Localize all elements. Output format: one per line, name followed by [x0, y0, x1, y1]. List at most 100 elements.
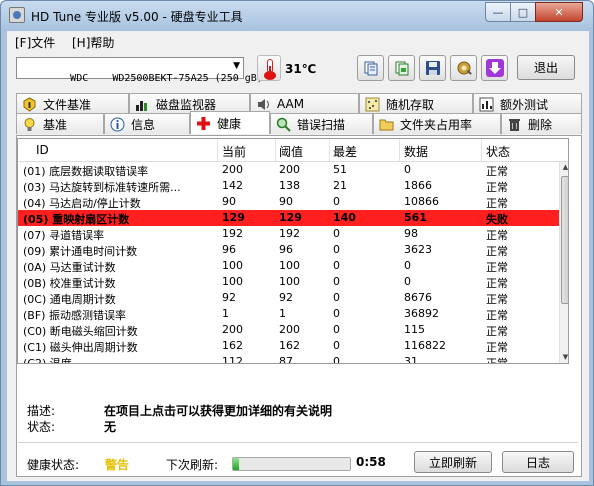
copy-info-button[interactable]: [357, 55, 384, 81]
column-header-id[interactable]: ID: [36, 143, 49, 157]
log-button[interactable]: 日志: [502, 451, 574, 473]
table-row[interactable]: (05) 重映射扇区计数 129 129 140 561 失败: [18, 210, 559, 226]
table-row[interactable]: (04) 马达启动/停止计数 90 90 0 10866 正常: [18, 194, 559, 210]
title-bar[interactable]: HD Tune 专业版 v5.00 - 硬盘专业工具 — □ ✕: [1, 1, 593, 31]
cell-data: 0: [404, 259, 411, 272]
tab-erase[interactable]: 删除: [501, 113, 582, 134]
cell-status: 正常: [486, 165, 508, 178]
client-area: [F]文件 [H]帮助 WDC WD2500BEKT-75A25 (250 gB…: [7, 31, 589, 481]
cell-status: 正常: [486, 277, 508, 290]
cell-data: 0: [404, 163, 411, 176]
speaker-icon: [256, 97, 271, 112]
maximize-button[interactable]: □: [510, 2, 536, 22]
save-button[interactable]: [419, 55, 446, 81]
scroll-down-arrow-icon[interactable]: ▼: [561, 353, 568, 363]
chevron-down-icon: ▼: [233, 61, 240, 71]
cell-data: 10866: [404, 195, 439, 208]
cell-data: 1866: [404, 179, 432, 192]
table-row[interactable]: (09) 累计通电时间计数 96 96 0 3623 正常: [18, 242, 559, 258]
column-header-current[interactable]: 当前: [222, 143, 246, 160]
smart-table: ID 当前 阈值 最差 数据 状态 (01) 底层数据读取错误率 200 200 51…: [17, 138, 569, 364]
table-row[interactable]: (0B) 校准重试计数 100 100 0 0 正常: [18, 274, 559, 290]
cell-id: (0A) 马达重试计数: [23, 261, 116, 274]
minimize-button[interactable]: —: [485, 2, 511, 22]
cross-icon: [196, 116, 211, 131]
cell-id: (C0) 断电磁头缩回计数: [23, 325, 138, 338]
refresh-countdown: 0:58: [356, 455, 386, 469]
table-row[interactable]: (C2) 温度 112 87 0 31 正常: [18, 354, 559, 364]
tab-health[interactable]: 健康: [190, 111, 270, 134]
tab-random-access[interactable]: 随机存取: [359, 93, 473, 114]
refresh-now-button[interactable]: 立即刷新: [414, 451, 492, 473]
tab-file-benchmark[interactable]: 文件基准: [16, 93, 129, 114]
menu-help[interactable]: [H]帮助: [72, 34, 114, 51]
cell-current: 200: [222, 163, 243, 176]
cell-worst: 0: [333, 291, 340, 304]
cell-status: 正常: [486, 293, 508, 306]
cell-data: 0: [404, 275, 411, 288]
cell-threshold: 100: [279, 259, 300, 272]
column-header-status[interactable]: 状态: [486, 143, 510, 160]
close-button[interactable]: ✕: [535, 2, 583, 22]
copy-screenshot-button[interactable]: [388, 55, 415, 81]
table-row[interactable]: (01) 底层数据读取错误率 200 200 51 0 正常: [18, 162, 559, 178]
table-row[interactable]: (BF) 振动感测错误率 1 1 0 36892 正常: [18, 306, 559, 322]
scroll-thumb[interactable]: [561, 176, 568, 304]
cell-threshold: 1: [279, 307, 286, 320]
cell-worst: 21: [333, 179, 347, 192]
cell-worst: 140: [333, 211, 356, 224]
cell-status: 正常: [486, 341, 508, 354]
cell-status: 正常: [486, 197, 508, 210]
health-status-value: 警告: [105, 458, 130, 472]
cell-id: (07) 寻道错误率: [23, 229, 105, 242]
refresh-progress-bar: [232, 457, 351, 471]
tab-extra-tests[interactable]: 额外测试: [473, 93, 582, 114]
cell-threshold: 96: [279, 243, 293, 256]
column-header-worst[interactable]: 最差: [333, 143, 357, 160]
vertical-scrollbar[interactable]: ▲ ▼: [559, 162, 568, 363]
next-refresh-label: 下次刷新:: [166, 458, 219, 472]
status-bar: 健康状态: 警告 下次刷新: 0:58 立即刷新 日志: [16, 447, 582, 477]
tab-folder-usage[interactable]: 文件夹占用率: [373, 113, 501, 134]
scroll-up-arrow-icon[interactable]: ▲: [561, 163, 568, 174]
copy-image-icon: [395, 61, 408, 76]
column-header-threshold[interactable]: 阈值: [279, 143, 303, 160]
table-row[interactable]: (0C) 通电周期计数 92 92 0 8676 正常: [18, 290, 559, 306]
table-row[interactable]: (03) 马达旋转到标准转速所需... 142 138 21 1866 正常: [18, 178, 559, 194]
cell-id: (04) 马达启动/停止计数: [23, 197, 141, 210]
tab-benchmark[interactable]: 基准: [16, 113, 104, 134]
tab-info[interactable]: 信息: [104, 113, 190, 134]
health-status-label: 健康状态:: [27, 458, 80, 472]
description-value: 在项目上点击可以获得更加详细的有关说明: [104, 404, 333, 418]
table-header: ID 当前 阈值 最差 数据 状态: [18, 139, 568, 162]
cell-worst: 0: [333, 355, 340, 364]
cell-threshold: 90: [279, 195, 293, 208]
table-row[interactable]: (C1) 磁头伸出周期计数 162 162 0 116822 正常: [18, 338, 559, 354]
table-row[interactable]: (0A) 马达重试计数 100 100 0 0 正常: [18, 258, 559, 274]
table-row[interactable]: (C0) 断电磁头缩回计数 200 200 0 115 正常: [18, 322, 559, 338]
menu-file[interactable]: [F]文件: [15, 34, 55, 51]
cell-current: 100: [222, 259, 243, 272]
drive-label: WDC WD2500BEKT-75A25 (250 gB): [70, 73, 263, 84]
cell-id: (C1) 磁头伸出周期计数: [23, 341, 138, 354]
cell-data: 31: [404, 355, 418, 364]
table-row[interactable]: (07) 寻道错误率 192 192 0 98 正常: [18, 226, 559, 242]
column-header-data[interactable]: 数据: [404, 143, 428, 160]
download-button[interactable]: [481, 55, 508, 81]
cell-data: 8676: [404, 291, 432, 304]
folder-icon: [379, 117, 394, 132]
cell-current: 100: [222, 275, 243, 288]
download-arrow-icon: [485, 59, 504, 77]
drive-select[interactable]: WDC WD2500BEKT-75A25 (250 gB) ▼: [16, 57, 263, 84]
options-button[interactable]: [450, 55, 477, 81]
cell-threshold: 162: [279, 339, 300, 352]
cell-data: 98: [404, 227, 418, 240]
temperature-value: 31℃: [285, 62, 317, 76]
cell-status: 正常: [486, 309, 508, 322]
cell-id: (09) 累计通电时间计数: [23, 245, 138, 258]
tab-error-scan[interactable]: 错误扫描: [270, 113, 373, 134]
cell-worst: 0: [333, 307, 340, 320]
cell-current: 162: [222, 339, 243, 352]
exit-button[interactable]: 退出: [517, 55, 575, 80]
refresh-progress-fill: [233, 458, 239, 470]
